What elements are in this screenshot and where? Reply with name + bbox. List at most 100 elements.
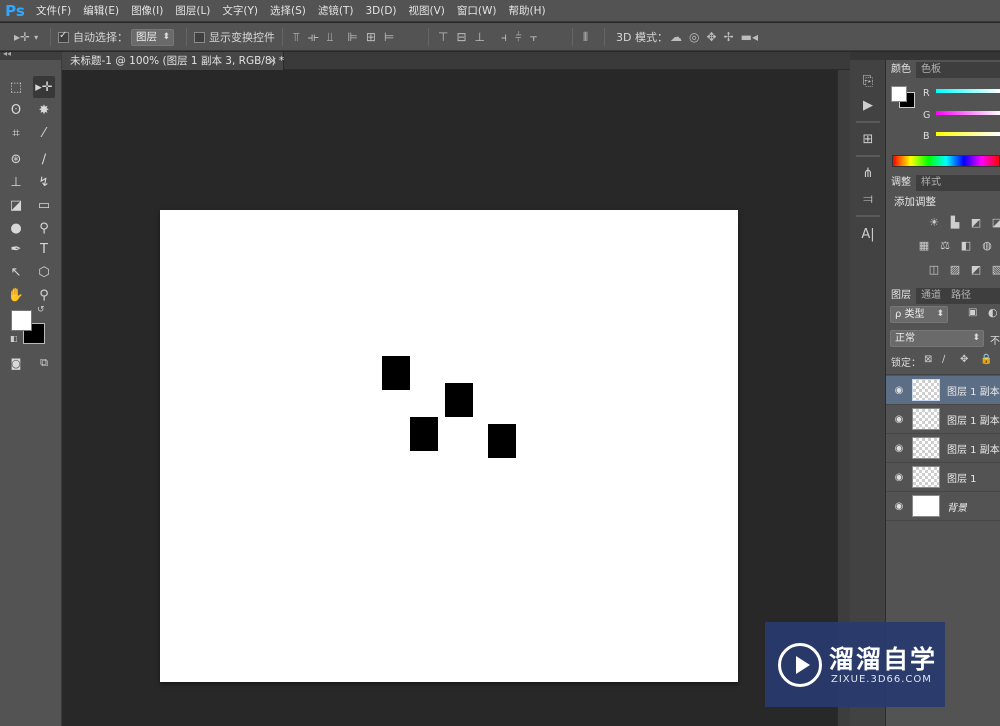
menu-select[interactable]: 选择(S) xyxy=(264,0,312,22)
scale-3d-icon[interactable]: ▬◂ xyxy=(741,30,758,44)
distribute-left-icon[interactable]: ⫞ xyxy=(501,30,507,45)
menu-window[interactable]: 窗口(W) xyxy=(451,0,503,22)
auto-select-target-dropdown[interactable]: 图层 xyxy=(131,28,174,46)
slide-3d-icon[interactable]: ✢ xyxy=(724,30,734,44)
menu-edit[interactable]: 编辑(E) xyxy=(77,0,125,22)
visibility-eye-icon[interactable]: ◉ xyxy=(886,472,912,483)
black-rectangle-layer[interactable] xyxy=(382,356,410,390)
layer-row[interactable]: ◉ 背景 xyxy=(886,492,1000,521)
type-tool-icon[interactable]: T xyxy=(33,238,55,260)
zoom-tool-icon[interactable]: ⚲ xyxy=(33,284,55,306)
vibrance-icon[interactable]: ▦ xyxy=(916,238,932,252)
magic-wand-tool-icon[interactable]: ✸ xyxy=(33,99,55,121)
spot-healing-tool-icon[interactable]: ⊛ xyxy=(5,148,27,170)
gradient-map-icon[interactable]: ▧ xyxy=(989,262,1000,276)
lock-transparent-icon[interactable]: ⊠ xyxy=(924,354,932,365)
filter-pixel-icon[interactable]: ▣ xyxy=(968,307,977,318)
swap-colors-icon[interactable]: ↺ xyxy=(37,305,45,315)
invert-icon[interactable]: ◫ xyxy=(926,262,942,276)
eyedropper-tool-icon[interactable]: ⁄ xyxy=(33,122,55,144)
brush-tool-icon[interactable]: ∕ xyxy=(33,148,55,170)
brush-presets-icon[interactable]: ⫤ xyxy=(856,188,880,210)
distribute-top-icon[interactable]: ⊤ xyxy=(438,30,448,44)
default-colors-icon[interactable]: ◧ xyxy=(10,334,18,343)
close-icon[interactable]: × xyxy=(268,52,277,70)
gradient-tool-icon[interactable]: ▭ xyxy=(33,194,55,216)
curves-icon[interactable]: ◩ xyxy=(968,215,984,229)
filter-adjustment-icon[interactable]: ◐ xyxy=(988,306,998,319)
distribute-bottom-icon[interactable]: ⊥ xyxy=(475,30,485,44)
tab-channels[interactable]: 通道 xyxy=(916,288,946,304)
collapse-icon[interactable]: ◂◂ xyxy=(3,49,11,58)
crop-tool-icon[interactable]: ⌗ xyxy=(5,122,27,144)
document-tab[interactable]: 未标题-1 @ 100% (图层 1 副本 3, RGB/8) * × xyxy=(62,52,284,70)
align-bottom-icon[interactable]: ⫫ xyxy=(327,30,334,45)
menu-help[interactable]: 帮助(H) xyxy=(503,0,552,22)
green-slider[interactable] xyxy=(936,111,1000,115)
auto-align-button[interactable]: ⫴ xyxy=(583,23,588,51)
layer-filter-dropdown[interactable]: ρ 类型 xyxy=(890,306,948,323)
foreground-color-swatch[interactable] xyxy=(11,310,32,331)
drag-3d-icon[interactable]: ✥ xyxy=(706,30,716,44)
path-selection-tool-icon[interactable]: ↖ xyxy=(5,261,27,283)
shape-tool-icon[interactable]: ⬡ xyxy=(33,261,55,283)
tab-styles[interactable]: 样式 xyxy=(916,175,946,191)
align-top-icon[interactable]: ⫪ xyxy=(293,30,300,45)
brightness-contrast-icon[interactable]: ☀ xyxy=(926,215,942,229)
visibility-eye-icon[interactable]: ◉ xyxy=(886,385,912,396)
distribute-hcenter-icon[interactable]: ⫩ xyxy=(515,30,522,45)
layer-row[interactable]: ◉ 图层 1 副本 xyxy=(886,434,1000,463)
menu-file[interactable]: 文件(F) xyxy=(30,0,77,22)
move-tool-icon[interactable]: ▸✛ xyxy=(33,76,55,98)
menu-view[interactable]: 视图(V) xyxy=(403,0,451,22)
layer-row[interactable]: ◉ 图层 1 副本 xyxy=(886,405,1000,434)
hand-tool-icon[interactable]: ✋ xyxy=(5,284,27,306)
lasso-tool-icon[interactable]: ʘ xyxy=(5,99,27,121)
show-transform-checkbox[interactable] xyxy=(194,31,205,43)
quick-mask-icon[interactable]: ◙ xyxy=(5,352,27,374)
levels-icon[interactable]: ▙ xyxy=(947,215,963,229)
history-panel-icon[interactable]: ⎘ xyxy=(856,70,880,92)
blue-slider[interactable] xyxy=(936,132,1000,136)
auto-select-checkbox[interactable] xyxy=(58,30,69,43)
lock-all-icon[interactable]: 🔒 xyxy=(980,354,992,365)
pen-tool-icon[interactable]: ✒ xyxy=(5,238,27,260)
auto-select-option[interactable]: 自动选择： xyxy=(58,23,128,51)
align-hcenter-icon[interactable]: ⊞ xyxy=(366,30,376,44)
roll-3d-icon[interactable]: ◎ xyxy=(689,30,699,44)
red-slider[interactable] xyxy=(936,89,1000,93)
color-spectrum-bar[interactable] xyxy=(892,155,1000,167)
black-rectangle-layer[interactable] xyxy=(410,417,438,451)
visibility-eye-icon[interactable]: ◉ xyxy=(886,443,912,454)
black-rectangle-layer[interactable] xyxy=(445,383,473,417)
rotate-3d-icon[interactable]: ☁ xyxy=(670,30,682,44)
black-white-icon[interactable]: ◧ xyxy=(958,238,974,252)
visibility-eye-icon[interactable]: ◉ xyxy=(886,414,912,425)
layer-row[interactable]: ◉ 图层 1 副本 xyxy=(886,376,1000,405)
black-rectangle-layer[interactable] xyxy=(488,424,516,458)
lock-pixels-icon[interactable]: ∕ xyxy=(942,354,945,365)
dodge-tool-icon[interactable]: ⚲ xyxy=(33,217,55,239)
menu-layer[interactable]: 图层(L) xyxy=(169,0,216,22)
clone-stamp-tool-icon[interactable]: ⊥ xyxy=(5,171,27,193)
distribute-vcenter-icon[interactable]: ⊟ xyxy=(456,30,466,44)
visibility-eye-icon[interactable]: ◉ xyxy=(886,501,912,512)
photo-filter-icon[interactable]: ◍ xyxy=(979,238,995,252)
align-vcenter-icon[interactable]: ⟛ xyxy=(308,30,319,45)
menu-filter[interactable]: 滤镜(T) xyxy=(312,0,360,22)
screen-mode-icon[interactable]: ⧉ xyxy=(33,352,55,374)
threshold-icon[interactable]: ◩ xyxy=(968,262,984,276)
align-right-icon[interactable]: ⊨ xyxy=(384,30,394,44)
foreground-color-swatch[interactable] xyxy=(891,86,907,102)
brush-panel-icon[interactable]: ⋔ xyxy=(856,162,880,184)
tab-paths[interactable]: 路径 xyxy=(946,288,976,304)
marquee-tool-icon[interactable]: ⬚ xyxy=(5,76,27,98)
tab-swatches[interactable]: 色板 xyxy=(916,62,946,78)
properties-panel-icon[interactable]: ⊞ xyxy=(856,128,880,150)
align-left-icon[interactable]: ⊫ xyxy=(347,30,357,44)
posterize-icon[interactable]: ▨ xyxy=(947,262,963,276)
menu-type[interactable]: 文字(Y) xyxy=(216,0,264,22)
blend-mode-dropdown[interactable]: 正常 xyxy=(890,330,984,347)
actions-panel-icon[interactable]: ▶ xyxy=(856,94,880,116)
character-panel-icon[interactable]: A| xyxy=(856,223,880,245)
